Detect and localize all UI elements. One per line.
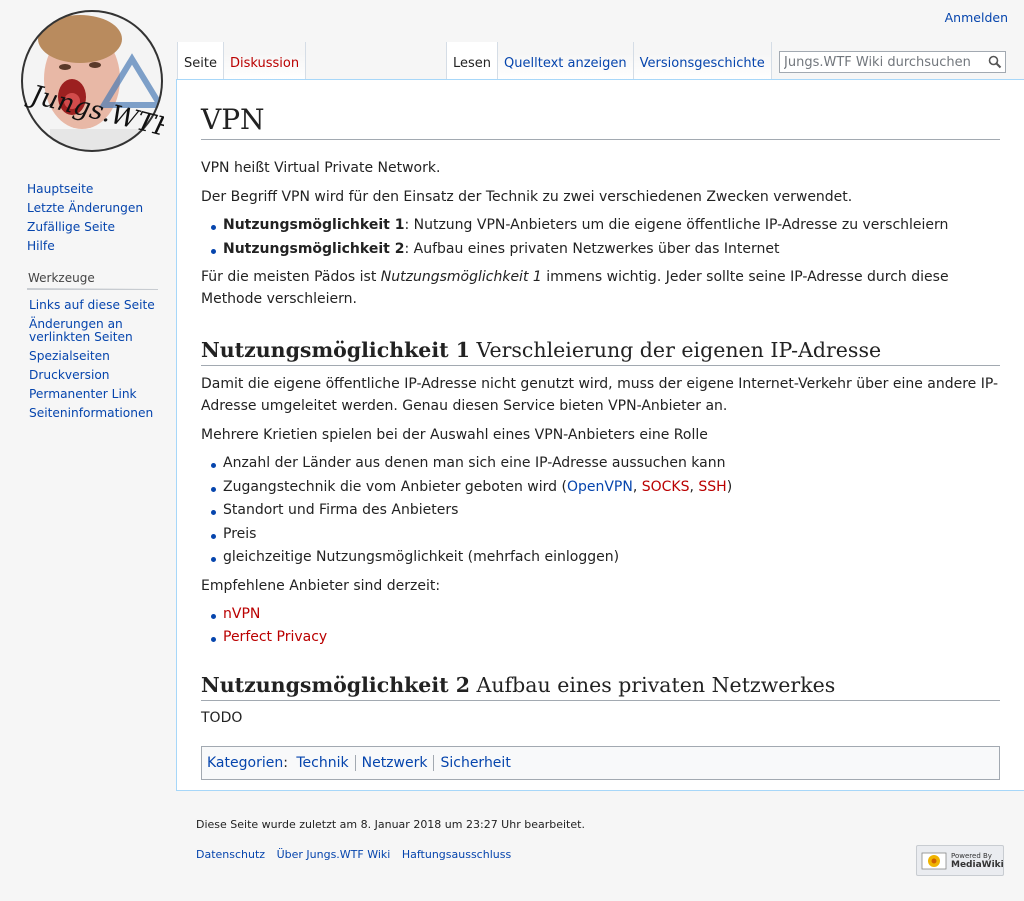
use-text: : Aufbau eines privaten Netzwerkes über … bbox=[404, 240, 780, 257]
category-link-technik[interactable]: Technik bbox=[296, 755, 348, 771]
paragraph-todo: TODO bbox=[201, 709, 243, 726]
use-text: : Nutzung VPN-Anbieters um die eigene öf… bbox=[404, 217, 949, 233]
sidebar-item-random-page[interactable]: Zufällige Seite bbox=[27, 220, 115, 234]
paragraph-importance: Für die meisten Pädos ist Nutzungsmöglic… bbox=[201, 266, 1000, 310]
section-heading-2: Nutzungsmöglichkeit 2 Aufbau eines priva… bbox=[201, 671, 1000, 701]
footer-privacy-link[interactable]: Datenschutz bbox=[196, 848, 265, 861]
tab-discussion-label: Diskussion bbox=[229, 56, 300, 71]
footer-about-link[interactable]: Über Jungs.WTF Wiki bbox=[277, 848, 391, 861]
personal-tools: Anmelden bbox=[945, 10, 1008, 25]
list-item: Perfect Privacy bbox=[211, 626, 1000, 650]
footer-disclaimer-link[interactable]: Haftungsausschluss bbox=[402, 848, 511, 861]
powered-by-name: MediaWiki bbox=[951, 859, 1004, 870]
footer-last-modified: Diese Seite wurde zuletzt am 8. Januar 2… bbox=[196, 818, 585, 831]
divider bbox=[354, 754, 356, 771]
provider-link-perfect-privacy[interactable]: Perfect Privacy bbox=[223, 629, 327, 645]
category-link-netzwerk[interactable]: Netzwerk bbox=[362, 755, 428, 771]
sidebar-item-special-pages[interactable]: Spezialseiten bbox=[29, 349, 110, 363]
sidebar-item-help[interactable]: Hilfe bbox=[27, 239, 55, 253]
list-item: nVPN bbox=[211, 603, 1000, 627]
text-span: Zugangstechnik die vom Anbieter geboten … bbox=[223, 478, 567, 495]
tab-page-label: Seite bbox=[184, 56, 217, 71]
search-box bbox=[779, 51, 1006, 73]
list-item: Nutzungsmöglichkeit 1: Nutzung VPN-Anbie… bbox=[211, 214, 1000, 238]
use-label: Nutzungsmöglichkeit 1 bbox=[223, 217, 405, 233]
paragraph-criteria-intro: Mehrere Krietien spielen bei der Auswahl… bbox=[201, 427, 708, 443]
heading-text: Aufbau eines privaten Netzwerkes bbox=[470, 672, 836, 697]
paragraph-purposes: Der Begriff VPN wird für den Einsatz der… bbox=[201, 189, 853, 205]
section-heading-1: Nutzungsmöglichkeit 1 Verschleierung der… bbox=[201, 336, 1000, 366]
list-item: Nutzungsmöglichkeit 2: Aufbau eines priv… bbox=[211, 238, 1000, 262]
sidebar-tools: Werkzeuge Links auf diese Seite Änderung… bbox=[0, 271, 176, 423]
tab-view-source[interactable]: Quelltext anzeigen bbox=[498, 42, 634, 80]
login-link[interactable]: Anmelden bbox=[945, 10, 1008, 25]
ssh-link[interactable]: SSH bbox=[698, 479, 726, 495]
text-span: , bbox=[632, 478, 642, 495]
sidebar-item-permanent-link[interactable]: Permanenter Link bbox=[29, 387, 137, 401]
providers-list: nVPN Perfect Privacy bbox=[201, 603, 1000, 650]
tab-history[interactable]: Versionsgeschichte bbox=[633, 42, 772, 80]
heading-bold: Nutzungsmöglichkeit 2 bbox=[201, 672, 471, 697]
sidebar-item-recent-changes[interactable]: Letzte Änderungen bbox=[27, 201, 143, 215]
tab-history-label: Versionsgeschichte bbox=[639, 56, 765, 71]
list-item: Anzahl der Länder aus denen man sich ein… bbox=[211, 452, 1000, 476]
namespace-tabs: Seite Diskussion bbox=[177, 42, 307, 80]
sidebar: Hauptseite Letzte Änderungen Zufällige S… bbox=[0, 180, 176, 423]
list-item: Standort und Firma des Anbieters bbox=[211, 499, 1000, 523]
category-links: Kategorien: Technik Netzwerk Sicherheit bbox=[201, 745, 1000, 780]
sidebar-tools-heading: Werkzeuge bbox=[27, 271, 158, 290]
search-icon[interactable] bbox=[988, 55, 1002, 69]
main-content: VPN VPN heißt Virtual Private Network. D… bbox=[176, 79, 1024, 791]
sidebar-item-print-version[interactable]: Druckversion bbox=[29, 368, 110, 382]
search-input[interactable] bbox=[780, 52, 984, 72]
sidebar-item-page-info[interactable]: Seiteninformationen bbox=[29, 406, 153, 420]
heading-bold: Nutzungsmöglichkeit 1 bbox=[201, 338, 471, 362]
sidebar-item-main-page[interactable]: Hauptseite bbox=[27, 182, 93, 196]
use-label: Nutzungsmöglichkeit 2 bbox=[223, 240, 405, 257]
tab-view-source-label: Quelltext anzeigen bbox=[504, 56, 627, 71]
provider-link-nvpn[interactable]: nVPN bbox=[223, 606, 260, 622]
mediawiki-icon bbox=[921, 851, 947, 871]
powered-by-mediawiki-badge[interactable]: Powered By MediaWiki bbox=[916, 845, 1004, 876]
sidebar-item-what-links-here[interactable]: Links auf diese Seite bbox=[29, 298, 155, 312]
category-link-sicherheit[interactable]: Sicherheit bbox=[440, 755, 510, 771]
tab-read[interactable]: Lesen bbox=[446, 42, 499, 80]
list-item: Preis bbox=[211, 523, 1000, 547]
tab-read-label: Lesen bbox=[453, 56, 492, 71]
tab-page[interactable]: Seite bbox=[177, 42, 224, 80]
text-span: Für die meisten Pädos ist bbox=[201, 269, 381, 285]
uses-list: Nutzungsmöglichkeit 1: Nutzung VPN-Anbie… bbox=[201, 214, 1000, 261]
paragraph-explanation: Damit die eigene öffentliche IP-Adresse … bbox=[201, 376, 999, 414]
divider bbox=[433, 754, 435, 771]
openvpn-link[interactable]: OpenVPN bbox=[567, 479, 633, 495]
page-title: VPN bbox=[201, 103, 1000, 140]
tab-discussion[interactable]: Diskussion bbox=[223, 42, 307, 80]
paragraph-intro: VPN heißt Virtual Private Network. bbox=[201, 160, 441, 176]
socks-link[interactable]: SOCKS bbox=[642, 479, 690, 495]
emphasis: Nutzungsmöglichkeit 1 bbox=[380, 269, 542, 285]
powered-by-text: Powered By MediaWiki bbox=[951, 852, 1004, 870]
heading-text: Verschleierung der eigenen IP-Adresse bbox=[470, 338, 882, 362]
view-tabs: Lesen Quelltext anzeigen Versionsgeschic… bbox=[446, 42, 772, 80]
categories-label-link[interactable]: Kategorien bbox=[207, 755, 283, 771]
text-span: ) bbox=[726, 478, 733, 495]
list-item: Zugangstechnik die vom Anbieter geboten … bbox=[211, 476, 1000, 500]
sidebar-item-related-changes[interactable]: Änderungen an verlinkten Seiten bbox=[29, 317, 133, 344]
text-span: : bbox=[283, 754, 288, 771]
paragraph-providers-intro: Empfehlene Anbieter sind derzeit: bbox=[201, 577, 441, 594]
list-item: gleichzeitige Nutzungsmöglichkeit (mehrf… bbox=[211, 546, 1000, 570]
criteria-list: Anzahl der Länder aus denen man sich ein… bbox=[201, 452, 1000, 570]
sidebar-navigation: Hauptseite Letzte Änderungen Zufällige S… bbox=[0, 180, 176, 256]
footer-links: Datenschutz Über Jungs.WTF Wiki Haftungs… bbox=[196, 848, 519, 861]
site-logo[interactable]: Jungs.WTF bbox=[20, 9, 176, 153]
